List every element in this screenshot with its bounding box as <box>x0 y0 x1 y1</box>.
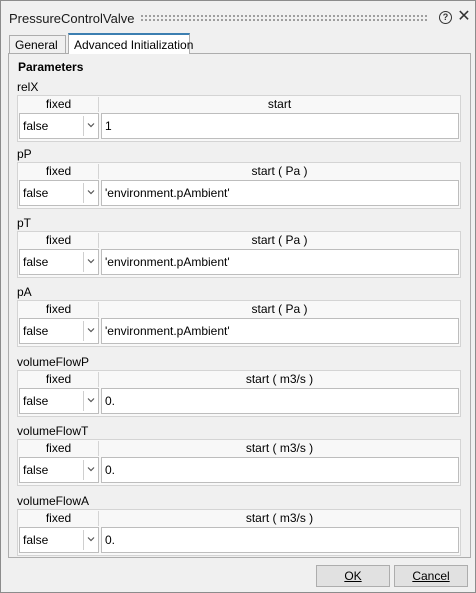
fixed-dropdown-value: false <box>23 463 49 477</box>
chevron-down-icon[interactable] <box>86 465 96 473</box>
parameter-label: volumeFlowT <box>17 424 89 438</box>
tab-panel: Parameters relX fixed start false 1 pP fixed st… <box>8 53 471 558</box>
fixed-dropdown[interactable]: false <box>19 457 99 483</box>
chevron-down-icon[interactable] <box>86 326 96 334</box>
column-header-start: start ( Pa ) <box>251 302 308 316</box>
tab-general[interactable]: General <box>9 35 66 53</box>
cancel-button[interactable]: Cancel <box>394 565 468 587</box>
chevron-down-icon[interactable] <box>86 121 96 129</box>
column-header-start: start ( m3/s ) <box>245 372 314 386</box>
title-bar[interactable]: PressureControlValve ? ✕ <box>1 1 475 33</box>
start-value-input[interactable]: 0. <box>101 527 459 553</box>
parameter-label: pP <box>17 147 32 161</box>
help-icon[interactable]: ? <box>439 11 452 24</box>
chevron-down-icon[interactable] <box>86 257 96 265</box>
start-value-input[interactable]: 0. <box>101 457 459 483</box>
parameter-label: relX <box>17 80 39 94</box>
parameter-label: pT <box>17 216 32 230</box>
parameter-label: volumeFlowP <box>17 355 90 369</box>
column-header-fixed: fixed <box>19 441 99 456</box>
fixed-dropdown-value: false <box>23 533 49 547</box>
start-value-input[interactable]: 'environment.pAmbient' <box>101 180 459 206</box>
column-header-fixed: fixed <box>19 302 99 317</box>
chevron-down-icon[interactable] <box>86 188 96 196</box>
parameter-label: volumeFlowA <box>17 494 90 508</box>
section-title: Parameters <box>18 60 84 74</box>
tab-bar: General Advanced Initialization <box>7 33 473 54</box>
window-title: PressureControlValve <box>9 11 135 26</box>
fixed-dropdown[interactable]: false <box>19 180 99 206</box>
column-header-fixed: fixed <box>19 164 99 179</box>
fixed-dropdown[interactable]: false <box>19 113 99 139</box>
parameter-table: fixed start ( m3/s ) false 0. <box>17 370 461 417</box>
dropdown-separator <box>83 183 84 203</box>
parameter-table: fixed start ( Pa ) false 'environment.pAmbi… <box>17 231 461 278</box>
parameter-table: fixed start false 1 <box>17 95 461 142</box>
parameter-table: fixed start ( Pa ) false 'environment.pAmbi… <box>17 162 461 209</box>
column-header-start: start ( m3/s ) <box>245 441 314 455</box>
fixed-dropdown-value: false <box>23 186 49 200</box>
drag-grip[interactable] <box>140 14 427 23</box>
fixed-dropdown-value: false <box>23 394 49 408</box>
dropdown-separator <box>83 530 84 550</box>
column-header-start: start ( m3/s ) <box>245 511 314 525</box>
column-header-fixed: fixed <box>19 511 99 526</box>
column-header-start: start <box>267 97 292 111</box>
close-icon[interactable]: ✕ <box>457 8 471 26</box>
column-header-start: start ( Pa ) <box>251 233 308 247</box>
dropdown-separator <box>83 391 84 411</box>
start-value-input[interactable]: 'environment.pAmbient' <box>101 318 459 344</box>
parameter-table: fixed start ( Pa ) false 'environment.pAmbi… <box>17 300 461 347</box>
dropdown-separator <box>83 252 84 272</box>
start-value-input[interactable]: 'environment.pAmbient' <box>101 249 459 275</box>
column-header-fixed: fixed <box>19 233 99 248</box>
column-header-fixed: fixed <box>19 372 99 387</box>
parameter-table: fixed start ( m3/s ) false 0. <box>17 509 461 556</box>
ok-button[interactable]: OK <box>316 565 390 587</box>
column-header-start: start ( Pa ) <box>251 164 308 178</box>
fixed-dropdown[interactable]: false <box>19 318 99 344</box>
dropdown-separator <box>83 460 84 480</box>
column-header-fixed: fixed <box>19 97 99 112</box>
fixed-dropdown-value: false <box>23 324 49 338</box>
fixed-dropdown-value: false <box>23 119 49 133</box>
fixed-dropdown[interactable]: false <box>19 527 99 553</box>
tab-advanced-initialization[interactable]: Advanced Initialization <box>68 33 193 54</box>
cancel-button-label: Cancel <box>412 569 450 583</box>
start-value-input[interactable]: 0. <box>101 388 459 414</box>
parameter-label: pA <box>17 285 32 299</box>
dropdown-separator <box>83 116 84 136</box>
ok-button-label: OK <box>344 569 362 583</box>
chevron-down-icon[interactable] <box>86 396 96 404</box>
dropdown-separator <box>83 321 84 341</box>
start-value-input[interactable]: 1 <box>101 113 459 139</box>
fixed-dropdown[interactable]: false <box>19 388 99 414</box>
parameter-table: fixed start ( m3/s ) false 0. <box>17 439 461 486</box>
fixed-dropdown[interactable]: false <box>19 249 99 275</box>
fixed-dropdown-value: false <box>23 255 49 269</box>
dialog-window: PressureControlValve ? ✕ General Advance… <box>0 0 476 593</box>
chevron-down-icon[interactable] <box>86 535 96 543</box>
